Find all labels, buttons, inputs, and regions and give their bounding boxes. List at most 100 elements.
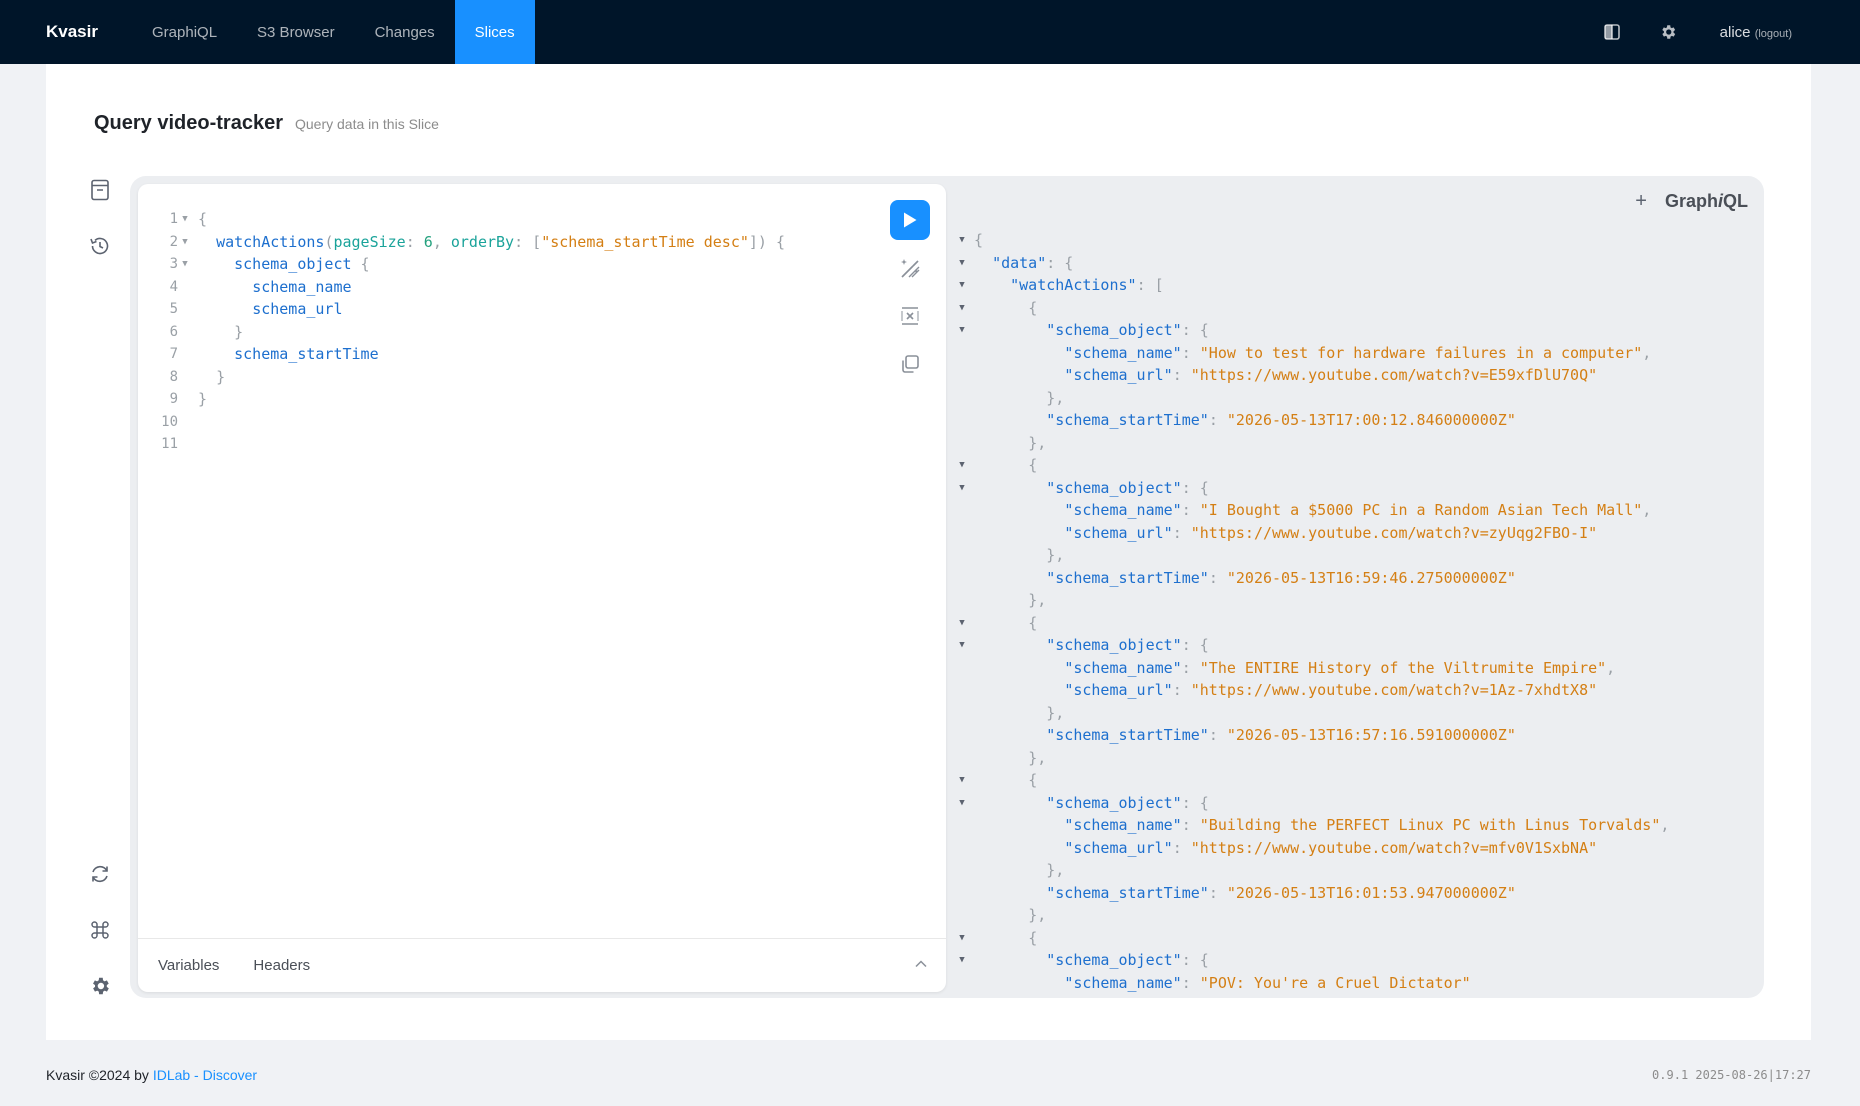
run-query-button[interactable] — [890, 200, 930, 240]
history-icon[interactable] — [86, 232, 114, 260]
json-value: "2026-05-13T16:57:16.591000000Z" — [1226, 726, 1516, 744]
footer-text: Kvasir ©2024 by — [46, 1067, 153, 1083]
json-line: ▼ { — [954, 297, 1669, 320]
fold-arrow-icon[interactable]: ▼ — [954, 949, 970, 972]
fold-arrow-icon[interactable]: ▼ — [178, 231, 192, 254]
json-value: "https://www.youtube.com/watch?v=E59xfDl… — [1190, 366, 1598, 384]
json-value: "https://www.youtube.com/watch?v=mfv0V1S… — [1190, 838, 1598, 857]
fold-arrow-icon[interactable]: ▼ — [178, 208, 192, 231]
json-value: "https://www.youtube.com/watch?v=zyUqg2F… — [1190, 523, 1598, 542]
shortcuts-command-icon[interactable] — [86, 916, 114, 944]
fold-arrow-icon[interactable]: ▼ — [954, 297, 970, 320]
json-line: "schema_url": "https://www.youtube.com/w… — [1064, 838, 1598, 857]
json-line: "schema_startTime": "2026-05-13T16:59:46… — [1046, 568, 1516, 587]
json-line: ▼ "data": { — [954, 252, 1669, 275]
json-value: "How to test for hardware failures in a … — [1199, 343, 1643, 362]
chevron-up-icon[interactable] — [914, 957, 928, 976]
fold-arrow-icon[interactable]: ▼ — [954, 477, 970, 500]
query-editor[interactable]: 1 ▼{ 2 ▼ watchActions(pageSize: 6, orderBy… — [138, 184, 946, 992]
json-line: "schema_url": "https://www.youtube.com/w… — [1064, 681, 1598, 699]
json-line: ▼ "schema_object": { — [954, 949, 1669, 972]
version-label: 0.9.1 2025-08-26|17:27 — [1652, 1068, 1811, 1082]
graphiql-settings-icon[interactable] — [86, 972, 114, 1000]
fold-arrow-icon[interactable]: ▼ — [954, 769, 970, 792]
json-line: }, — [1028, 748, 1047, 767]
json-line: ▼ { — [954, 454, 1669, 477]
editor-toolbar — [890, 200, 930, 384]
docs-icon[interactable] — [86, 176, 114, 204]
fold-arrow-icon[interactable]: ▼ — [954, 634, 970, 657]
json-value: "POV: You're a Cruel Dictator" — [1199, 973, 1471, 992]
json-value: "2026-05-13T16:01:53.947000000Z" — [1226, 883, 1516, 902]
line-number: 3 — [169, 256, 178, 272]
graphiql-container: 1 ▼{ 2 ▼ watchActions(pageSize: 6, orderBy… — [130, 176, 1764, 998]
nav-item-graphiql[interactable]: GraphiQL — [132, 0, 237, 64]
line-number: 7 — [169, 346, 178, 362]
fold-arrow-icon[interactable]: ▼ — [954, 319, 970, 342]
nav-item-slices[interactable]: Slices — [454, 0, 535, 64]
fold-arrow-icon[interactable]: ▼ — [178, 253, 192, 276]
fold-arrow-icon[interactable]: ▼ — [954, 274, 970, 297]
json-line: }, — [1046, 546, 1065, 564]
json-line: "schema_name": "I Bought a $5000 PC in a… — [1064, 501, 1652, 519]
page-title: Query video-tracker — [94, 112, 283, 134]
nav-item-changes[interactable]: Changes — [355, 0, 455, 64]
result-pane: + GraphiQL ▼{▼ "data": {▼ "watchActions"… — [954, 176, 1764, 998]
line-number: 10 — [161, 413, 178, 430]
page-subtitle: Query data in this Slice — [294, 116, 439, 132]
refresh-schema-icon[interactable] — [86, 860, 114, 888]
json-value: "I Bought a $5000 PC in a Random Asian T… — [1199, 501, 1643, 519]
json-value: "2026-05-13T16:59:46.275000000Z" — [1226, 568, 1516, 587]
json-line: }, — [1028, 591, 1047, 609]
json-line: "schema_name": "Building the PERFECT Lin… — [1064, 816, 1670, 834]
json-line: ▼ "watchActions": [ — [954, 274, 1669, 297]
add-tab-button[interactable]: + — [1635, 190, 1647, 213]
copy-query-icon[interactable] — [890, 344, 930, 384]
brand-logo[interactable]: Kvasir — [46, 22, 132, 42]
fold-arrow-icon[interactable]: ▼ — [954, 454, 970, 477]
query-code[interactable]: 1 ▼{ 2 ▼ watchActions(pageSize: 6, orderBy… — [138, 208, 785, 456]
json-line: ▼ { — [954, 927, 1669, 950]
json-line: }, — [1046, 703, 1065, 722]
json-line: ▼ "schema_object": { — [954, 634, 1669, 657]
line-number: 4 — [169, 278, 178, 295]
tab-variables[interactable]: Variables — [158, 957, 219, 974]
merge-fragments-icon[interactable] — [890, 296, 930, 336]
fold-arrow-icon[interactable]: ▼ — [954, 229, 970, 252]
line-number: 9 — [169, 391, 178, 407]
line-number: 6 — [169, 323, 178, 340]
line-number: 11 — [161, 436, 178, 452]
json-line: "schema_startTime": "2026-05-13T17:00:12… — [1046, 411, 1516, 429]
fold-arrow-icon[interactable]: ▼ — [954, 792, 970, 815]
fold-arrow-icon[interactable]: ▼ — [954, 252, 970, 275]
json-line: ▼ { — [954, 769, 1669, 792]
json-line: }, — [1028, 906, 1047, 924]
json-value: "2026-05-13T17:00:12.846000000Z" — [1226, 411, 1516, 429]
graphiql-logo: GraphiQL — [1664, 191, 1748, 211]
contrast-toggle-icon[interactable] — [1584, 0, 1640, 64]
json-value: "The ENTIRE History of the Viltrumite Em… — [1199, 658, 1607, 677]
prettify-icon[interactable] — [890, 248, 930, 288]
line-number: 1 — [169, 211, 178, 227]
settings-gear-icon[interactable] — [1640, 0, 1696, 64]
nav-item-s3-browser[interactable]: S3 Browser — [237, 0, 355, 64]
json-line: }, — [1046, 861, 1065, 879]
json-line: "schema_name": "The ENTIRE History of th… — [1064, 658, 1616, 677]
logout-link[interactable]: (logout) — [1755, 28, 1792, 40]
nav-right: alice (logout) — [1584, 0, 1860, 64]
page-footer: Kvasir ©2024 by IDLab - Discover 0.9.1 2… — [46, 1063, 1811, 1087]
tab-headers[interactable]: Headers — [253, 957, 310, 974]
fold-arrow-icon[interactable]: ▼ — [954, 612, 970, 635]
json-line: "schema_startTime": "2026-05-13T16:57:16… — [1046, 726, 1516, 744]
idlab-link[interactable]: IDLab - Discover — [153, 1067, 257, 1083]
json-value: "Building the PERFECT Linux PC with Linu… — [1199, 816, 1661, 834]
json-line: ▼{ — [954, 229, 1669, 252]
json-line: "schema_name": "POV: You're a Cruel Dict… — [1064, 973, 1471, 992]
fold-arrow-icon[interactable]: ▼ — [954, 927, 970, 950]
json-line: "schema_url": "https://www.youtube.com/w… — [1064, 366, 1598, 384]
result-json: ▼{▼ "data": {▼ "watchActions": [▼ {▼ "sc… — [954, 229, 1669, 994]
json-line: }, — [1046, 388, 1065, 407]
user-menu[interactable]: alice (logout) — [1720, 24, 1792, 41]
line-number: 8 — [169, 368, 178, 385]
json-line: "schema_startTime": "2026-05-13T16:01:53… — [1046, 883, 1516, 902]
